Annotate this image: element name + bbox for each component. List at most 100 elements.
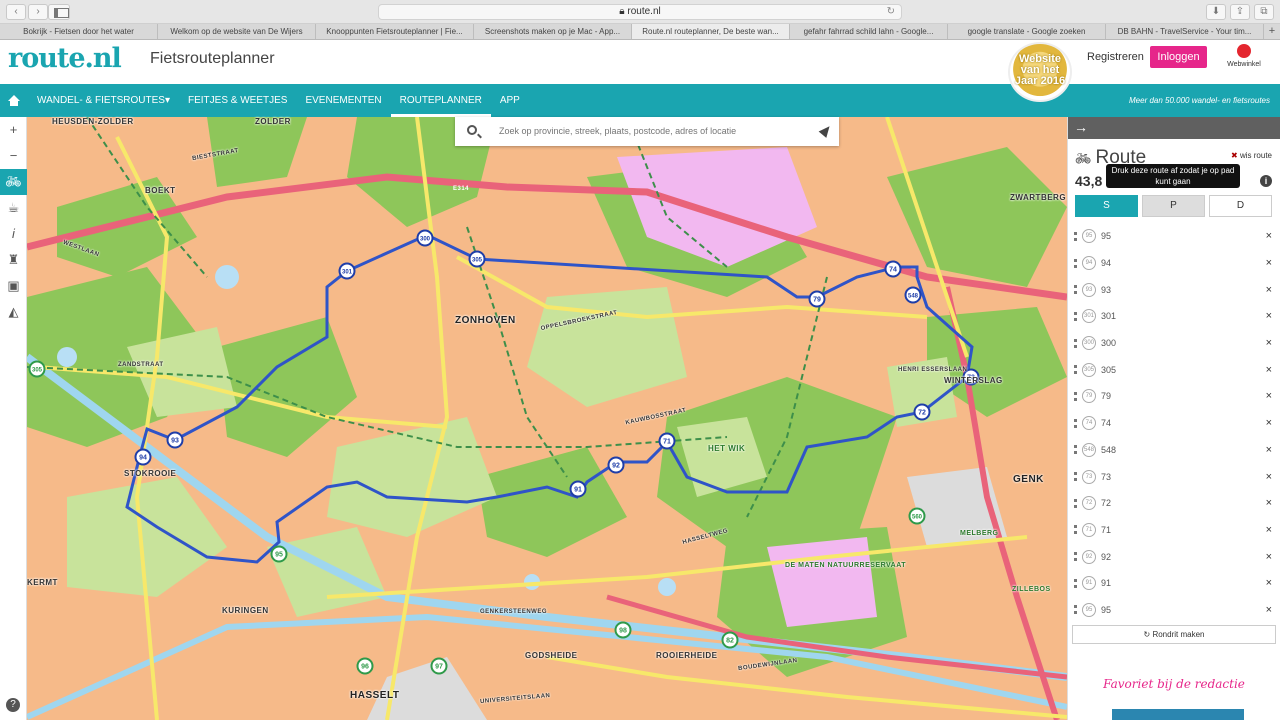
node-marker[interactable]: 95 [270,545,288,563]
browser-tab[interactable]: Screenshots maken op je Mac - App... [474,24,632,39]
remove-icon[interactable]: × [1266,444,1272,456]
forward-icon[interactable]: › [28,4,48,20]
waypoint-row[interactable]: 71 71 × [1068,517,1280,544]
info-icon[interactable]: i [0,221,27,247]
node-marker[interactable]: 93 [166,431,184,449]
nav-item[interactable]: FEITJES & WEETJES [179,84,296,117]
nav-item[interactable]: WANDEL- & FIETSROUTES▾ [28,84,179,117]
elevation-icon[interactable]: ◭ [0,299,27,325]
node-marker[interactable]: 97 [430,657,448,675]
drag-handle-icon[interactable] [1074,231,1077,241]
remove-icon[interactable]: × [1266,284,1272,296]
waypoint-row[interactable]: 300 300 × [1068,330,1280,357]
download-icon[interactable]: ⬇ [1206,4,1226,20]
mode-s-button[interactable]: S [1075,195,1138,217]
drag-handle-icon[interactable] [1074,338,1077,348]
remove-icon[interactable]: × [1266,497,1272,509]
node-marker[interactable]: 92 [607,456,625,474]
remove-icon[interactable]: × [1266,417,1272,429]
drag-handle-icon[interactable] [1074,418,1077,428]
waypoint-row[interactable]: 92 92 × [1068,543,1280,570]
browser-tab[interactable]: DB BAHN - TravelService - Your tim... [1106,24,1264,39]
remove-icon[interactable]: × [1266,390,1272,402]
locate-me-icon[interactable] [818,123,834,138]
remove-icon[interactable]: × [1266,364,1272,376]
drag-handle-icon[interactable] [1074,445,1077,455]
browser-tab[interactable]: Welkom op de website van De Wijers [158,24,316,39]
waypoint-row[interactable]: 74 74 × [1068,410,1280,437]
drag-handle-icon[interactable] [1074,498,1077,508]
map-svg[interactable]: 3013003057974548737271929193949596 979882… [27,117,1067,720]
node-marker[interactable]: 74 [884,260,902,278]
drag-handle-icon[interactable] [1074,552,1077,562]
waypoint-row[interactable]: 301 301 × [1068,303,1280,330]
browser-tab[interactable]: Knooppunten Fietsrouteplanner | Fie... [316,24,474,39]
browser-tab[interactable]: google translate - Google zoeken [948,24,1106,39]
node-marker[interactable]: 548 [904,286,922,304]
drag-handle-icon[interactable] [1074,365,1077,375]
food-drink-icon[interactable]: ☕︎ [0,195,27,221]
waypoint-row[interactable]: 95 95 × [1068,223,1280,250]
node-marker[interactable]: 72 [913,403,931,421]
node-marker[interactable]: 79 [808,290,826,308]
remove-icon[interactable]: × [1266,230,1272,242]
waypoint-row[interactable]: 305 305 × [1068,356,1280,383]
node-marker[interactable]: 300 [416,229,434,247]
node-marker[interactable]: 91 [569,480,587,498]
node-marker[interactable]: 96 [356,657,374,675]
waypoint-row[interactable]: 93 93 × [1068,276,1280,303]
webshop-link[interactable]: Webwinkel [1226,44,1262,68]
home-icon[interactable] [0,84,28,117]
back-icon[interactable]: ‹ [6,4,26,20]
sidebar-toggle-icon[interactable] [48,4,70,20]
remove-icon[interactable]: × [1266,310,1272,322]
node-marker[interactable]: 98 [614,621,632,639]
promo-image[interactable] [1112,709,1244,720]
drag-handle-icon[interactable] [1074,578,1077,588]
mode-p-button[interactable]: P [1142,195,1205,217]
remove-icon[interactable]: × [1266,551,1272,563]
node-marker[interactable]: 305 [468,250,486,268]
collapse-panel-icon[interactable]: → [1068,117,1280,139]
browser-tab[interactable]: gefahr fahrrad schild lahn - Google... [790,24,948,39]
reload-icon[interactable]: ↻ [887,5,895,19]
remove-icon[interactable]: × [1266,524,1272,536]
remove-icon[interactable]: × [1266,257,1272,269]
browser-tab[interactable]: Route.nl routeplanner, De beste wan... [632,24,790,39]
node-marker[interactable]: 94 [134,448,152,466]
waypoint-row[interactable]: 72 72 × [1068,490,1280,517]
nav-item[interactable]: EVENEMENTEN [296,84,390,117]
node-marker[interactable]: 301 [338,262,356,280]
logo[interactable]: route.nl [8,43,122,74]
node-marker[interactable]: 560 [908,507,926,525]
waypoint-row[interactable]: 91 91 × [1068,570,1280,597]
waypoint-row[interactable]: 79 79 × [1068,383,1280,410]
browser-tab[interactable]: Bokrijk - Fietsen door het water [0,24,158,39]
drag-handle-icon[interactable] [1074,311,1077,321]
drag-handle-icon[interactable] [1074,472,1077,482]
zoom-in-icon[interactable]: + [0,117,27,143]
drag-handle-icon[interactable] [1074,525,1077,535]
remove-icon[interactable]: × [1266,577,1272,589]
tabs-overview-icon[interactable]: ⧉ [1254,4,1274,20]
remove-icon[interactable]: × [1266,337,1272,349]
node-marker[interactable]: 71 [658,432,676,450]
bike-mode-icon[interactable]: 🚲︎ [0,169,27,195]
remove-icon[interactable]: × [1266,604,1272,616]
drag-handle-icon[interactable] [1074,285,1077,295]
remove-icon[interactable]: × [1266,471,1272,483]
search-input[interactable] [499,123,799,139]
help-icon[interactable]: ? [6,698,20,712]
nav-item[interactable]: ROUTEPLANNER [391,84,491,117]
camera-icon[interactable]: ▣ [0,273,27,299]
address-bar[interactable]: 🔒︎ route.nl ↻ [378,4,902,20]
waypoint-row[interactable]: 95 95 × [1068,597,1280,624]
node-marker[interactable]: 305 [28,360,46,378]
zoom-out-icon[interactable]: − [0,143,27,169]
node-marker[interactable]: 82 [721,631,739,649]
waypoint-row[interactable]: 548 548 × [1068,437,1280,464]
nav-item[interactable]: APP [491,84,529,117]
register-link[interactable]: Registreren [1087,51,1144,63]
info-circle-icon[interactable]: i [1260,175,1272,187]
waypoint-row[interactable]: 73 73 × [1068,463,1280,490]
